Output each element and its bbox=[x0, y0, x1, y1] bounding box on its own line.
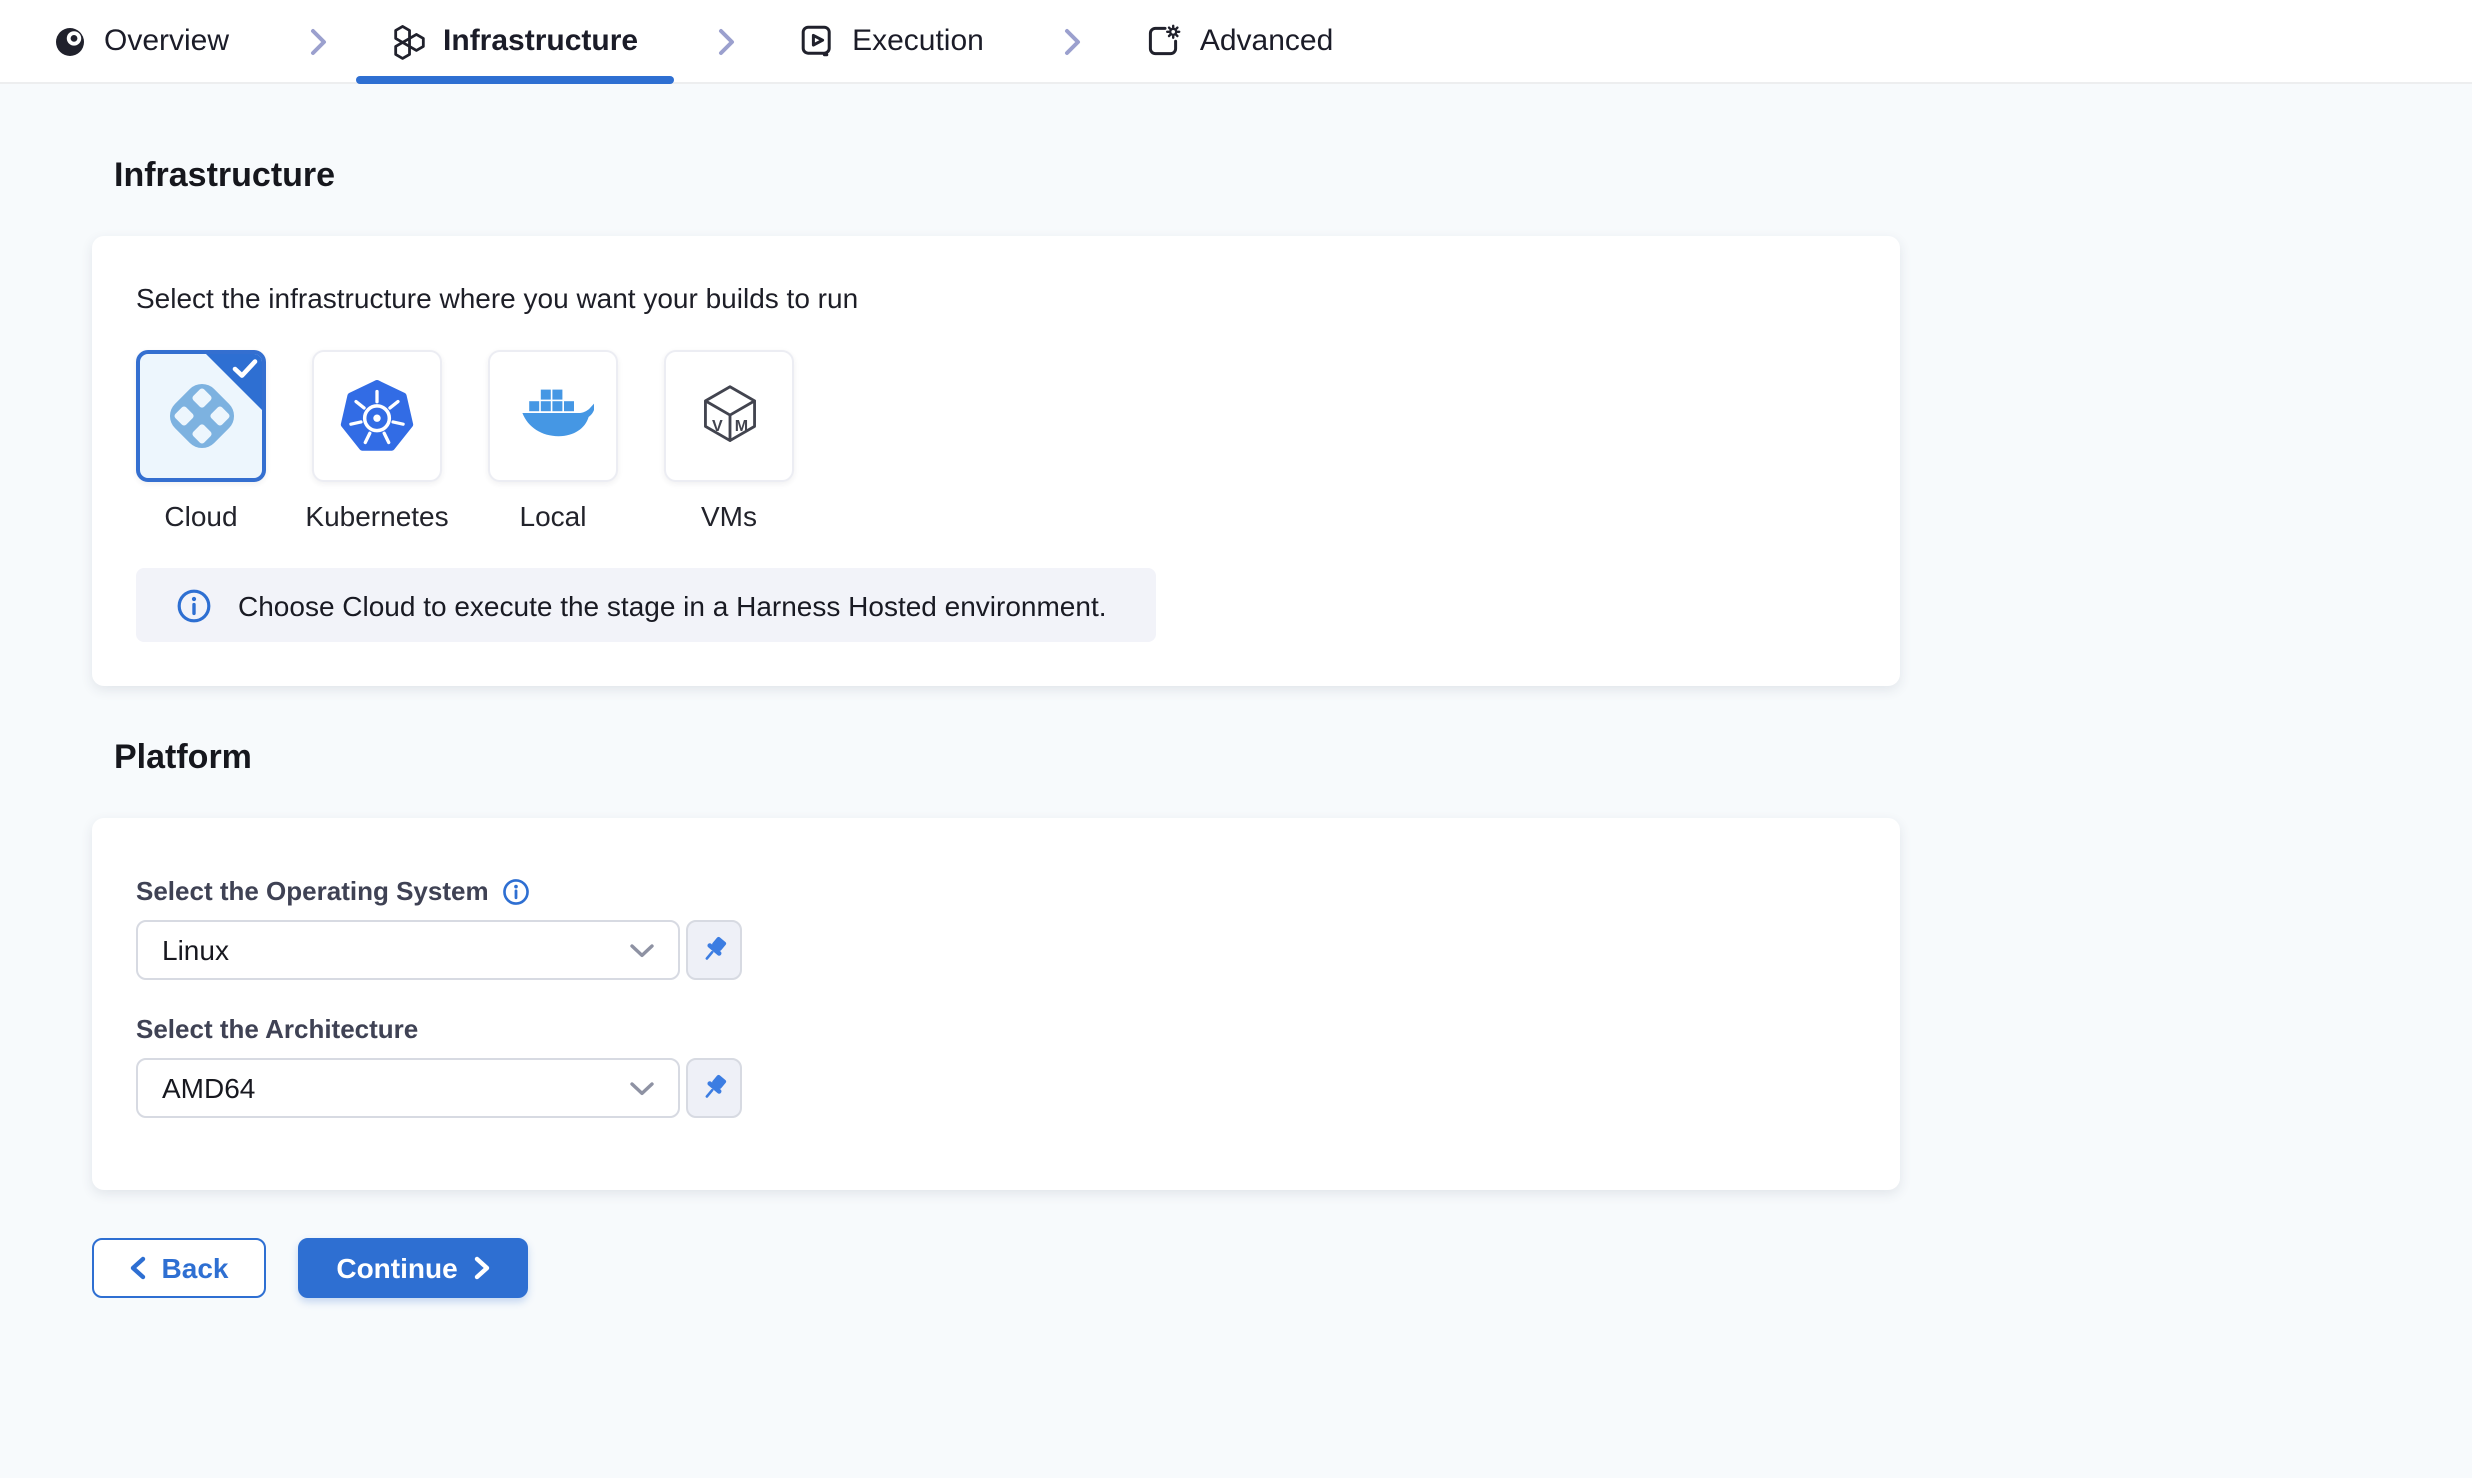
chevron-down-icon bbox=[630, 1081, 654, 1095]
infrastructure-card: Select the infrastructure where you want… bbox=[92, 236, 1900, 686]
tab-execution[interactable]: Execution bbox=[764, 0, 1020, 82]
back-button-label: Back bbox=[162, 1252, 229, 1284]
tab-label: Advanced bbox=[1200, 24, 1333, 58]
tab-infrastructure[interactable]: Infrastructure bbox=[355, 0, 674, 82]
pin-icon bbox=[698, 934, 730, 966]
info-circle-icon bbox=[176, 587, 212, 623]
note-text: Choose Cloud to execute the stage in a H… bbox=[238, 589, 1107, 621]
arch-select[interactable]: AMD64 bbox=[136, 1058, 680, 1118]
arch-select-value: AMD64 bbox=[162, 1072, 630, 1104]
platform-card: Select the Operating System Linux bbox=[92, 818, 1900, 1190]
continue-button-label: Continue bbox=[336, 1252, 457, 1284]
arch-field-label: Select the Architecture bbox=[136, 1014, 1856, 1044]
svg-text:M: M bbox=[734, 417, 747, 435]
arch-pin-button[interactable] bbox=[686, 1058, 742, 1118]
hosted-environment-note: Choose Cloud to execute the stage in a H… bbox=[136, 568, 1157, 642]
infrastructure-icon bbox=[391, 23, 425, 59]
tab-label: Execution bbox=[852, 24, 984, 58]
chevron-right-icon bbox=[1064, 0, 1082, 82]
infra-option-vms: V M VMs bbox=[664, 350, 794, 532]
execution-icon bbox=[800, 24, 834, 58]
chevron-right-icon bbox=[309, 0, 327, 82]
docker-icon bbox=[513, 386, 593, 446]
infra-tile-kubernetes[interactable] bbox=[312, 350, 442, 482]
svg-text:V: V bbox=[711, 417, 722, 435]
tab-label: Overview bbox=[104, 24, 229, 58]
continue-button[interactable]: Continue bbox=[298, 1238, 528, 1298]
tab-overview[interactable]: Overview bbox=[18, 0, 265, 82]
os-label-text: Select the Operating System bbox=[136, 876, 489, 906]
chevron-left-icon bbox=[130, 1256, 146, 1280]
infrastructure-prompt: Select the infrastructure where you want… bbox=[136, 282, 1856, 314]
infra-tile-cloud[interactable] bbox=[136, 350, 266, 482]
infra-option-cloud: Cloud bbox=[136, 350, 266, 532]
overview-icon bbox=[54, 25, 86, 57]
os-select[interactable]: Linux bbox=[136, 920, 680, 980]
chevron-right-icon bbox=[474, 1256, 490, 1280]
infra-tile-vms[interactable]: V M bbox=[664, 350, 794, 482]
infrastructure-section-title: Infrastructure bbox=[114, 156, 2472, 196]
infra-option-label: Local bbox=[520, 500, 587, 532]
infra-option-label: Kubernetes bbox=[305, 500, 448, 532]
infra-option-label: VMs bbox=[701, 500, 757, 532]
os-field-label: Select the Operating System bbox=[136, 876, 1856, 906]
vm-cube-icon: V M bbox=[695, 380, 763, 452]
chevron-down-icon bbox=[630, 943, 654, 957]
chevron-right-icon bbox=[718, 0, 736, 82]
pin-icon bbox=[698, 1072, 730, 1104]
harness-cloud-icon bbox=[159, 374, 243, 458]
platform-section-title: Platform bbox=[114, 738, 2472, 778]
footer-actions: Back Continue bbox=[92, 1238, 2472, 1298]
check-icon bbox=[232, 358, 258, 380]
infra-option-label: Cloud bbox=[164, 500, 237, 532]
kubernetes-icon bbox=[340, 379, 414, 453]
infra-option-kubernetes: Kubernetes bbox=[312, 350, 442, 532]
stage-settings-page: Overview Infrastructure bbox=[0, 0, 2472, 1478]
infra-option-local: Local bbox=[488, 350, 618, 532]
tab-advanced[interactable]: Advanced bbox=[1110, 0, 1369, 82]
infra-tile-local[interactable] bbox=[488, 350, 618, 482]
back-button[interactable]: Back bbox=[92, 1238, 266, 1298]
arch-select-row: AMD64 bbox=[136, 1058, 1856, 1118]
arch-label-text: Select the Architecture bbox=[136, 1014, 418, 1044]
stage-step-tabs: Overview Infrastructure bbox=[0, 0, 2472, 84]
os-pin-button[interactable] bbox=[686, 920, 742, 980]
advanced-icon bbox=[1146, 24, 1182, 58]
info-circle-icon[interactable] bbox=[503, 877, 531, 905]
tab-label: Infrastructure bbox=[443, 24, 638, 58]
os-select-row: Linux bbox=[136, 920, 1856, 980]
infrastructure-options: Cloud bbox=[136, 350, 1856, 532]
os-select-value: Linux bbox=[162, 934, 630, 966]
